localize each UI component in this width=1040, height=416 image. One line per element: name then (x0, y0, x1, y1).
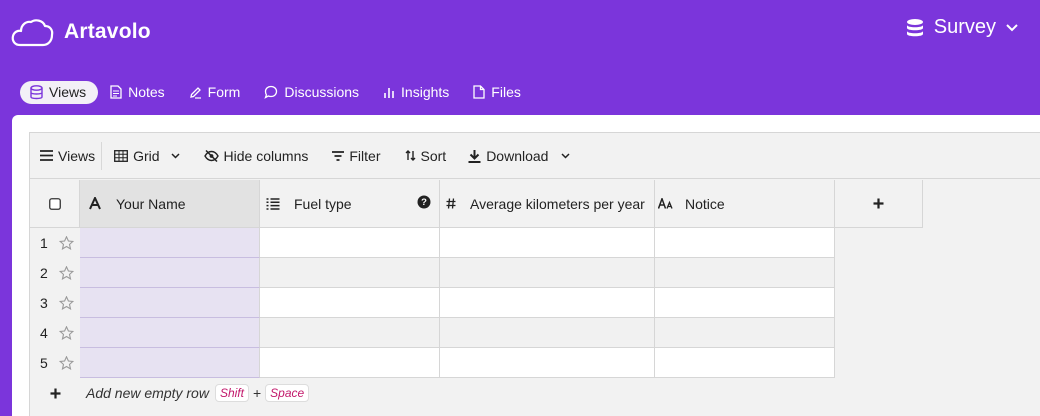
column-header-average-km[interactable]: Average kilometers per year (440, 180, 655, 228)
grid-toolbar: Views Grid Hide columns Filter Sort Down… (30, 133, 1040, 179)
database-icon (906, 18, 923, 36)
cell-notice[interactable] (655, 348, 835, 378)
column-header-row: Your Name Fuel type ? Average kilometers… (30, 180, 923, 228)
base-switcher[interactable]: Survey (906, 16, 1018, 39)
cell-average-km[interactable] (440, 288, 655, 318)
cell-your-name[interactable] (80, 288, 260, 318)
hamburger-icon (40, 150, 53, 161)
file-icon (473, 85, 485, 99)
row-index: 3 (30, 288, 80, 318)
cell-average-km[interactable] (440, 228, 655, 258)
sort-button[interactable]: Sort (405, 133, 446, 179)
shortcut-space: Space (265, 384, 310, 402)
cell-fuel-type[interactable] (260, 258, 440, 288)
column-header-your-name[interactable]: Your Name (80, 180, 260, 228)
brand[interactable]: Artavolo (10, 14, 151, 50)
table-body: 1 2 3 4 5 (30, 228, 835, 378)
add-row-label[interactable]: Add new empty row (86, 385, 209, 401)
table-row[interactable]: 1 (30, 228, 835, 258)
cell-notice[interactable] (655, 318, 835, 348)
main-panel: Views Grid Hide columns Filter Sort Down… (12, 115, 1040, 416)
cell-notice[interactable] (655, 288, 835, 318)
plus-icon (873, 198, 884, 209)
download-button[interactable]: Download (468, 133, 570, 179)
grid-view: Views Grid Hide columns Filter Sort Down… (29, 132, 1040, 416)
top-bar: Artavolo Survey (0, 0, 1040, 64)
star-icon[interactable] (59, 235, 74, 250)
table-row[interactable]: 4 (30, 318, 835, 348)
table-row[interactable]: 3 (30, 288, 835, 318)
cell-notice[interactable] (655, 228, 835, 258)
toolbar-divider (101, 141, 103, 170)
help-icon[interactable]: ? (417, 195, 431, 212)
column-header-notice[interactable]: Notice (655, 180, 835, 228)
select-all-checkbox-cell[interactable] (30, 180, 80, 228)
bar-chart-icon (384, 87, 394, 98)
row-index: 4 (30, 318, 80, 348)
cell-your-name[interactable] (80, 258, 260, 288)
cloud-logo-icon (11, 19, 54, 47)
database-icon (30, 84, 43, 99)
row-index: 1 (30, 228, 80, 258)
plus-icon[interactable] (30, 388, 80, 399)
hash-icon (442, 198, 460, 209)
cell-average-km[interactable] (440, 348, 655, 378)
document-icon (110, 85, 122, 99)
cell-fuel-type[interactable] (260, 288, 440, 318)
checkbox-icon[interactable] (48, 197, 61, 210)
cell-average-km[interactable] (440, 318, 655, 348)
views-button[interactable]: Views (30, 133, 95, 179)
speech-bubble-icon (264, 85, 278, 99)
tab-notes[interactable]: Notes (100, 81, 177, 104)
app-name: Artavolo (64, 20, 151, 43)
eye-off-icon (203, 149, 219, 162)
table-row[interactable]: 5 (30, 348, 835, 378)
shortcut-plus: + (252, 385, 262, 401)
grid-icon (114, 149, 129, 162)
text-A-icon (86, 197, 104, 210)
table-row[interactable]: 2 (30, 258, 835, 288)
add-row-bar[interactable]: Add new empty row Shift + Space (30, 378, 310, 408)
shortcut-shift: Shift (214, 384, 249, 402)
chevron-down-icon (171, 152, 180, 159)
download-icon (468, 149, 481, 163)
tab-insights[interactable]: Insights (373, 81, 461, 104)
text-Aa-icon (657, 198, 675, 209)
base-name: Survey (933, 16, 996, 38)
column-header-fuel-type[interactable]: Fuel type ? (260, 180, 440, 228)
cell-average-km[interactable] (440, 258, 655, 288)
cell-fuel-type[interactable] (260, 228, 440, 258)
pencil-icon (189, 86, 201, 99)
cell-notice[interactable] (655, 258, 835, 288)
star-icon[interactable] (59, 265, 74, 280)
star-icon[interactable] (59, 355, 74, 370)
tab-files[interactable]: Files (463, 81, 533, 104)
filter-icon (332, 150, 345, 161)
cell-your-name[interactable] (80, 348, 260, 378)
hide-columns-button[interactable]: Hide columns (203, 133, 308, 179)
row-index: 5 (30, 348, 80, 378)
nav-tabs: Views Notes Form Discussions Insights Fi… (20, 80, 533, 104)
grid-view-button[interactable]: Grid (114, 133, 180, 179)
tab-discussions[interactable]: Discussions (254, 81, 371, 104)
sort-icon (405, 150, 415, 161)
cell-fuel-type[interactable] (260, 348, 440, 378)
list-icon (264, 197, 282, 210)
filter-button[interactable]: Filter (332, 133, 381, 179)
tab-form[interactable]: Form (179, 81, 253, 104)
svg-text:?: ? (421, 197, 427, 208)
cell-your-name[interactable] (80, 318, 260, 348)
star-icon[interactable] (59, 295, 74, 310)
tab-views[interactable]: Views (20, 80, 99, 104)
add-column-button[interactable] (835, 180, 923, 228)
chevron-down-icon (1006, 23, 1018, 31)
star-icon[interactable] (59, 325, 74, 340)
chevron-down-icon (561, 152, 570, 159)
row-index: 2 (30, 258, 80, 288)
cell-your-name[interactable] (80, 228, 260, 258)
cell-fuel-type[interactable] (260, 318, 440, 348)
